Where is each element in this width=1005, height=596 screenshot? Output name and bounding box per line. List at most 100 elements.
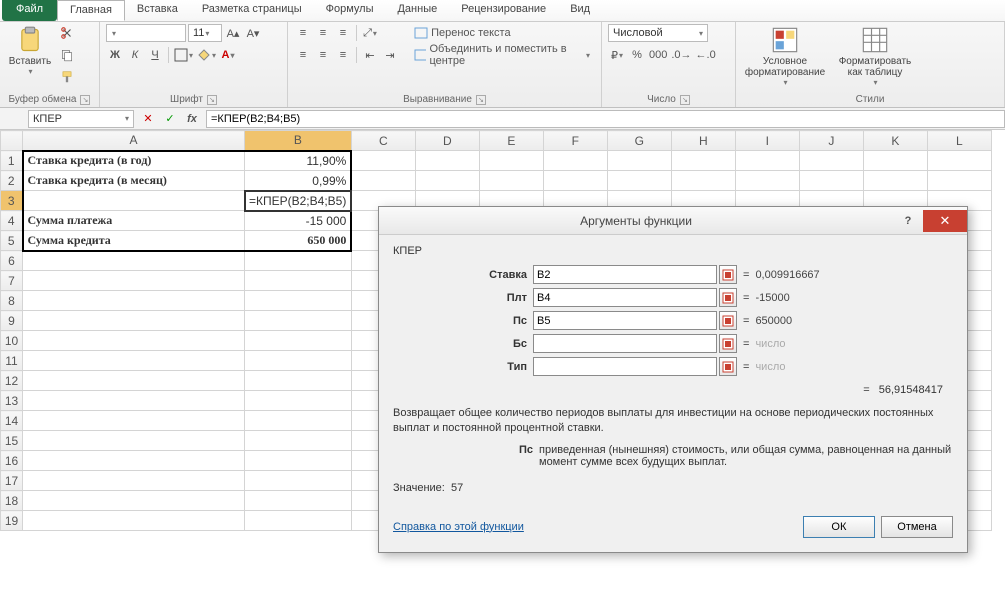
tab-home[interactable]: Главная (57, 0, 125, 21)
col-header-b[interactable]: B (245, 131, 352, 151)
format-as-table-button[interactable]: Форматировать как таблицу▾ (832, 24, 918, 87)
dialog-function-name: КПЕР (393, 245, 953, 257)
cell-a4[interactable]: Сумма платежа (23, 211, 245, 231)
cell-b1[interactable]: 11,90% (245, 151, 352, 171)
cell-b2[interactable]: 0,99% (245, 171, 352, 191)
increase-indent-button[interactable]: ⇥ (381, 46, 399, 64)
cancel-formula-button[interactable]: ✕ (140, 111, 156, 127)
number-launcher[interactable]: ↘ (680, 95, 690, 105)
dialog-ok-button[interactable]: ОК (803, 516, 875, 538)
arg-ref-button-0[interactable] (719, 265, 737, 284)
cell-c1[interactable] (351, 151, 415, 171)
clipboard-group-label: Буфер обмена (9, 94, 77, 105)
col-header-k[interactable]: K (863, 131, 927, 151)
tab-view[interactable]: Вид (558, 0, 602, 21)
arg-label-4: Тип (393, 361, 533, 373)
font-size-combo[interactable]: 11▾ (188, 24, 222, 42)
number-format-combo[interactable]: Числовой▾ (608, 24, 708, 42)
dialog-help-button[interactable]: ? (893, 210, 923, 232)
select-all-corner[interactable] (1, 131, 23, 151)
wrap-text-button[interactable]: Перенос текста (409, 24, 516, 42)
tab-insert[interactable]: Вставка (125, 0, 190, 21)
tab-data[interactable]: Данные (385, 0, 449, 21)
font-group-label: Шрифт (170, 94, 203, 105)
font-launcher[interactable]: ↘ (207, 95, 217, 105)
clipboard-launcher[interactable]: ↘ (80, 95, 90, 105)
increase-decimal-button[interactable]: .0→ (670, 46, 692, 64)
italic-button[interactable]: К (126, 46, 144, 64)
enter-formula-button[interactable]: ✓ (162, 111, 178, 127)
shrink-font-button[interactable]: A▾ (244, 24, 262, 42)
grow-font-button[interactable]: A▴ (224, 24, 242, 42)
align-top-button[interactable]: ≡ (294, 24, 312, 42)
arg-ref-button-3[interactable] (719, 334, 737, 353)
formula-bar-input[interactable] (206, 110, 1005, 128)
merge-center-button[interactable]: Объединить и поместить в центре▾ (409, 46, 595, 64)
dialog-close-button[interactable]: ✕ (923, 210, 967, 232)
tab-page-layout[interactable]: Разметка страницы (190, 0, 314, 21)
underline-button[interactable]: Ч (146, 46, 164, 64)
file-tab[interactable]: Файл (2, 0, 57, 21)
dialog-cancel-button[interactable]: Отмена (881, 516, 953, 538)
alignment-launcher[interactable]: ↘ (476, 95, 486, 105)
dialog-titlebar[interactable]: Аргументы функции ? ✕ (379, 207, 967, 235)
cell-b3[interactable]: =КПЕР(B2;B4;B5) (245, 191, 352, 211)
align-right-button[interactable]: ≡ (334, 46, 352, 64)
cell-a1[interactable]: Ставка кредита (в год) (23, 151, 245, 171)
row-header-3[interactable]: 3 (1, 191, 23, 211)
arg-input-3[interactable] (533, 334, 717, 353)
format-painter-button[interactable] (58, 68, 76, 86)
col-header-h[interactable]: H (671, 131, 735, 151)
cell-b4[interactable]: -15 000 (245, 211, 352, 231)
fill-color-button[interactable]: ▾ (196, 46, 217, 64)
decrease-decimal-button[interactable]: ←.0 (695, 46, 717, 64)
copy-button[interactable] (58, 46, 76, 64)
paste-button[interactable]: Вставить ▾ (6, 24, 54, 76)
align-center-button[interactable]: ≡ (314, 46, 332, 64)
arg-ref-button-4[interactable] (719, 357, 737, 376)
col-header-f[interactable]: F (543, 131, 607, 151)
cell-a3[interactable] (23, 191, 245, 211)
comma-button[interactable]: 000 (648, 46, 668, 64)
cell-a5[interactable]: Сумма кредита (23, 231, 245, 251)
arg-input-0[interactable] (533, 265, 717, 284)
row-header-4[interactable]: 4 (1, 211, 23, 231)
col-header-c[interactable]: C (351, 131, 415, 151)
conditional-formatting-button[interactable]: Условное форматирование▾ (742, 24, 828, 87)
arg-input-1[interactable] (533, 288, 717, 307)
arg-ref-button-2[interactable] (719, 311, 737, 330)
align-middle-button[interactable]: ≡ (314, 24, 332, 42)
font-name-combo[interactable]: ▾ (106, 24, 186, 42)
col-header-d[interactable]: D (415, 131, 479, 151)
orientation-button[interactable]: ⤢▾ (361, 24, 379, 42)
decrease-indent-button[interactable]: ⇤ (361, 46, 379, 64)
tab-formulas[interactable]: Формулы (314, 0, 386, 21)
border-button[interactable]: ▾ (173, 46, 194, 64)
cut-button[interactable] (58, 24, 76, 42)
align-bottom-button[interactable]: ≡ (334, 24, 352, 42)
name-box[interactable]: КПЕР▾ (28, 110, 134, 128)
col-header-l[interactable]: L (927, 131, 991, 151)
tab-review[interactable]: Рецензирование (449, 0, 558, 21)
dialog-help-link[interactable]: Справка по этой функции (393, 521, 524, 533)
percent-button[interactable]: % (628, 46, 646, 64)
col-header-i[interactable]: I (735, 131, 799, 151)
arg-input-2[interactable] (533, 311, 717, 330)
arg-ref-button-1[interactable] (719, 288, 737, 307)
col-header-j[interactable]: J (799, 131, 863, 151)
row-header-5[interactable]: 5 (1, 231, 23, 251)
cell-a2[interactable]: Ставка кредита (в месяц) (23, 171, 245, 191)
row-header-2[interactable]: 2 (1, 171, 23, 191)
dialog-description: Возвращает общее количество периодов вып… (393, 406, 953, 436)
col-header-e[interactable]: E (479, 131, 543, 151)
font-color-button[interactable]: A▾ (219, 46, 237, 64)
bold-button[interactable]: Ж (106, 46, 124, 64)
align-left-button[interactable]: ≡ (294, 46, 312, 64)
row-header-1[interactable]: 1 (1, 151, 23, 171)
fx-button[interactable]: fx (184, 111, 200, 127)
col-header-a[interactable]: A (23, 131, 245, 151)
cell-b5[interactable]: 650 000 (245, 231, 352, 251)
arg-input-4[interactable] (533, 357, 717, 376)
currency-button[interactable]: ₽▾ (608, 46, 626, 64)
col-header-g[interactable]: G (607, 131, 671, 151)
